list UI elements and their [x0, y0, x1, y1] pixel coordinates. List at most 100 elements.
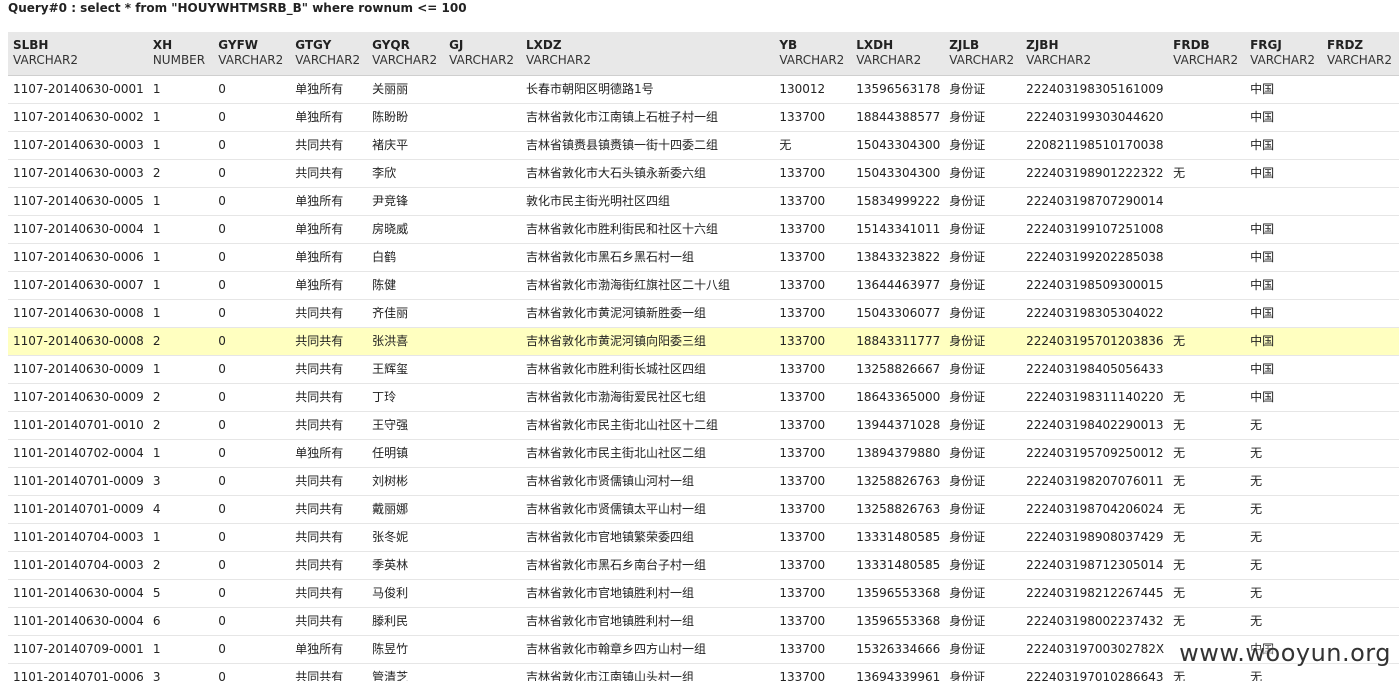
cell-lxdz: 吉林省敦化市官地镇繁荣委四组 [520, 523, 775, 552]
cell-gyqr: 马俊利 [367, 579, 445, 608]
cell-gtgy: 共同共有 [290, 551, 368, 580]
cell-lxdh: 15834999222 [851, 187, 945, 216]
cell-yb: 133700 [774, 523, 852, 552]
cell-gj [444, 243, 521, 272]
cell-frdz [1322, 103, 1399, 132]
column-header-frdb: FRDB VARCHAR2 [1168, 32, 1246, 76]
cell-gyfw: 0 [213, 327, 291, 356]
cell-lxdh: 13596553368 [851, 607, 945, 636]
cell-yb: 133700 [774, 663, 852, 681]
cell-frgj: 无 [1245, 579, 1322, 608]
cell-gj [444, 607, 521, 636]
cell-lxdh: 13596563178 [851, 75, 945, 104]
cell-frdb: 无 [1168, 579, 1246, 608]
cell-lxdz: 吉林省敦化市胜利街民和社区十六组 [520, 215, 775, 244]
cell-gj [444, 299, 521, 328]
column-type: VARCHAR2 [1173, 53, 1239, 67]
cell-frdb: 无 [1168, 411, 1246, 440]
watermark: www.wooyun.org [1179, 639, 1391, 667]
cell-zjlb: 身份证 [944, 411, 1022, 440]
cell-gj [444, 551, 521, 580]
cell-gtgy: 共同共有 [290, 523, 368, 552]
cell-frgj: 中国 [1245, 327, 1322, 356]
cell-xh: 1 [147, 75, 214, 104]
cell-zjlb: 身份证 [944, 551, 1022, 580]
cell-gyfw: 0 [213, 103, 291, 132]
column-type: VARCHAR2 [1250, 53, 1316, 67]
cell-zjbh: 222403198305304022 [1021, 299, 1169, 328]
cell-yb: 133700 [774, 355, 852, 384]
cell-slbh: 1107-20140630-0008 [8, 299, 148, 328]
cell-gyqr: 丁玲 [367, 383, 445, 412]
cell-slbh: 1101-20140701-0010 [8, 411, 148, 440]
cell-gtgy: 共同共有 [290, 607, 368, 636]
table-row: 1107-20140630-0002 1 0 单独所有 陈盼盼 吉林省敦化市江南镇上石桩子… [8, 103, 1399, 132]
cell-frgj: 无 [1245, 439, 1322, 468]
cell-gtgy: 单独所有 [290, 439, 368, 468]
cell-gtgy: 共同共有 [290, 495, 368, 524]
cell-lxdz: 吉林省敦化市黑石乡南台子村一组 [520, 551, 775, 580]
cell-lxdz: 吉林省敦化市江南镇山头村一组 [520, 663, 775, 681]
cell-frdz [1322, 355, 1399, 384]
cell-lxdh: 18844388577 [851, 103, 945, 132]
cell-zjlb: 身份证 [944, 663, 1022, 681]
cell-zjbh: 222403198207076011 [1021, 467, 1169, 496]
cell-slbh: 1101-20140701-0006 [8, 663, 148, 681]
cell-slbh: 1107-20140630-0008 [8, 327, 148, 356]
cell-zjlb: 身份证 [944, 355, 1022, 384]
cell-yb: 133700 [774, 243, 852, 272]
cell-frdb: 无 [1168, 523, 1246, 552]
cell-slbh: 1101-20140630-0004 [8, 607, 148, 636]
cell-xh: 4 [147, 495, 214, 524]
cell-frgj [1245, 187, 1322, 216]
cell-zjlb: 身份证 [944, 159, 1022, 188]
cell-gyqr: 陈昱竹 [367, 635, 445, 664]
column-header-gyfw: GYFW VARCHAR2 [213, 32, 291, 76]
cell-slbh: 1101-20140701-0009 [8, 467, 148, 496]
cell-frdz [1322, 131, 1399, 160]
cell-gyqr: 白鹤 [367, 243, 445, 272]
cell-frdb: 无 [1168, 551, 1246, 580]
table-row: 1107-20140630-0001 1 0 单独所有 关丽丽 长春市朝阳区明德路1号 13… [8, 75, 1399, 104]
cell-gyfw: 0 [213, 411, 291, 440]
cell-frgj: 中国 [1245, 243, 1322, 272]
cell-zjlb: 身份证 [944, 131, 1022, 160]
cell-zjbh: 222403198402290013 [1021, 411, 1169, 440]
cell-gyfw: 0 [213, 663, 291, 681]
cell-zjlb: 身份证 [944, 243, 1022, 272]
cell-frdb: 无 [1168, 159, 1246, 188]
cell-lxdz: 吉林省敦化市黄泥河镇向阳委三组 [520, 327, 775, 356]
cell-lxdh: 18843311777 [851, 327, 945, 356]
column-header-zjbh: ZJBH VARCHAR2 [1021, 32, 1169, 76]
cell-gyqr: 张冬妮 [367, 523, 445, 552]
cell-gyfw: 0 [213, 523, 291, 552]
cell-xh: 1 [147, 439, 214, 468]
cell-frgj: 中国 [1245, 355, 1322, 384]
cell-lxdh: 15043306077 [851, 299, 945, 328]
cell-gj [444, 467, 521, 496]
cell-yb: 133700 [774, 187, 852, 216]
cell-yb: 133700 [774, 215, 852, 244]
cell-xh: 3 [147, 663, 214, 681]
cell-lxdz: 吉林省敦化市官地镇胜利村一组 [520, 607, 775, 636]
table-row: 1101-20140701-0009 3 0 共同共有 刘树彬 吉林省敦化市贤儒镇山河村一… [8, 467, 1399, 496]
cell-gtgy: 共同共有 [290, 327, 368, 356]
cell-slbh: 1107-20140630-0006 [8, 243, 148, 272]
cell-lxdz: 吉林省敦化市贤儒镇山河村一组 [520, 467, 775, 496]
column-header-lxdh: LXDH VARCHAR2 [851, 32, 945, 76]
column-header-gyqr: GYQR VARCHAR2 [367, 32, 445, 76]
cell-gyfw: 0 [213, 271, 291, 300]
cell-frdb: 无 [1168, 607, 1246, 636]
cell-lxdz: 吉林省敦化市江南镇上石桩子村一组 [520, 103, 775, 132]
cell-xh: 2 [147, 383, 214, 412]
cell-frgj: 无 [1245, 411, 1322, 440]
cell-xh: 1 [147, 271, 214, 300]
cell-zjbh: 222403198311140220 [1021, 383, 1169, 412]
cell-lxdh: 15043304300 [851, 159, 945, 188]
cell-frdb: 无 [1168, 439, 1246, 468]
cell-frdb [1168, 271, 1246, 300]
cell-zjlb: 身份证 [944, 215, 1022, 244]
cell-yb: 133700 [774, 467, 852, 496]
cell-gyqr: 滕利民 [367, 607, 445, 636]
cell-lxdh: 13843323822 [851, 243, 945, 272]
